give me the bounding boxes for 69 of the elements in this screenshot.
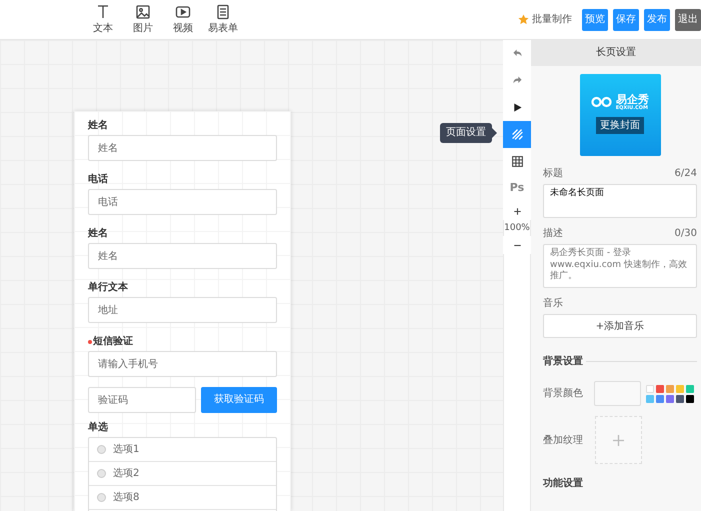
code-input-field[interactable]: 验证码: [88, 387, 196, 413]
title-input-field[interactable]: 未命名长页面: [543, 184, 697, 218]
field-label: 背景颜色: [543, 386, 584, 401]
plus-icon: [613, 434, 624, 446]
radio-option[interactable]: 选项1: [89, 438, 276, 462]
radio-option[interactable]: 选项8: [89, 486, 276, 510]
field-label: 单行文本: [88, 282, 128, 294]
field-label: 姓名: [88, 228, 108, 240]
side-tool-button[interactable]: [503, 148, 531, 175]
add-music-button[interactable]: +添加音乐: [543, 314, 697, 338]
char-count: 6/24: [674, 167, 697, 181]
color-swatch[interactable]: [666, 384, 674, 392]
color-swatch[interactable]: [676, 384, 684, 392]
text-input-field[interactable]: 姓名: [88, 243, 277, 269]
logo-icon: [591, 96, 614, 108]
field-label: 标题: [543, 166, 563, 181]
toolbar-tool-button[interactable]: 图片: [123, 4, 163, 36]
toolbar-button[interactable]: 保存: [613, 8, 639, 30]
batch-create-button[interactable]: 批量制作: [518, 12, 572, 27]
field-label: 音乐: [543, 296, 563, 311]
field-label: 描述: [543, 226, 563, 241]
radio-circle[interactable]: [97, 445, 106, 454]
field-label: 短信验证: [93, 336, 133, 348]
color-swatch[interactable]: [646, 394, 654, 402]
form-icon: [215, 4, 231, 20]
color-swatch[interactable]: [686, 394, 694, 402]
change-cover-button[interactable]: 更换封面: [596, 116, 644, 134]
image-icon: [135, 4, 151, 20]
radio-circle[interactable]: [97, 469, 106, 478]
toolbar-tool-button[interactable]: 易表单: [203, 4, 243, 36]
tooltip-arrow-icon: [492, 128, 497, 138]
text-input-field[interactable]: 电话: [88, 189, 277, 215]
description-input-field[interactable]: 易企秀长页面 - 登录www.eqxiu.com 快速制作，高效推广。: [543, 244, 697, 288]
field-label: 电话: [88, 174, 108, 186]
field-label: 叠加纹理: [543, 434, 584, 448]
text-input-field[interactable]: 姓名: [88, 135, 277, 161]
video-icon: [175, 4, 191, 20]
side-tool-button[interactable]: Ps: [503, 175, 531, 202]
toolbar-button[interactable]: 发布: [644, 8, 670, 30]
color-swatch[interactable]: [656, 394, 664, 402]
color-swatch[interactable]: [686, 384, 694, 392]
field-label: 姓名: [88, 120, 108, 132]
get-code-button[interactable]: 获取验证码: [201, 387, 277, 413]
color-picker-field[interactable]: [594, 381, 641, 406]
text-input-field[interactable]: 地址: [88, 297, 277, 323]
section-heading: 功能设置: [543, 476, 584, 491]
text-input-field[interactable]: 请输入手机号: [88, 351, 277, 377]
text-icon: [95, 4, 111, 20]
required-mark-icon: [88, 340, 92, 344]
toolbar-button[interactable]: 退出: [675, 8, 701, 30]
toolbar-button[interactable]: 预览: [582, 8, 608, 30]
side-tool-button[interactable]: [503, 94, 531, 121]
toolbar-tool-button[interactable]: 文本: [83, 4, 123, 36]
logo-brand-text: 易企秀: [616, 94, 649, 106]
section-heading: 背景设置: [543, 354, 583, 369]
color-swatch[interactable]: [656, 384, 664, 392]
radio-circle[interactable]: [97, 493, 106, 502]
grid-icon: [510, 155, 524, 168]
color-swatch[interactable]: [666, 394, 674, 402]
panel-title: 长页设置: [531, 40, 701, 66]
zoom-level: 100%: [504, 222, 530, 235]
color-swatch[interactable]: [646, 384, 654, 392]
radio-option[interactable]: 选项2: [89, 462, 276, 486]
diagonal-lines-icon: [510, 128, 524, 141]
field-label: 单选: [88, 422, 108, 434]
char-count: 0/30: [674, 227, 697, 241]
color-swatch[interactable]: [676, 394, 684, 402]
star-icon: [518, 14, 529, 25]
toolbar-tool-button[interactable]: 视频: [163, 4, 203, 36]
